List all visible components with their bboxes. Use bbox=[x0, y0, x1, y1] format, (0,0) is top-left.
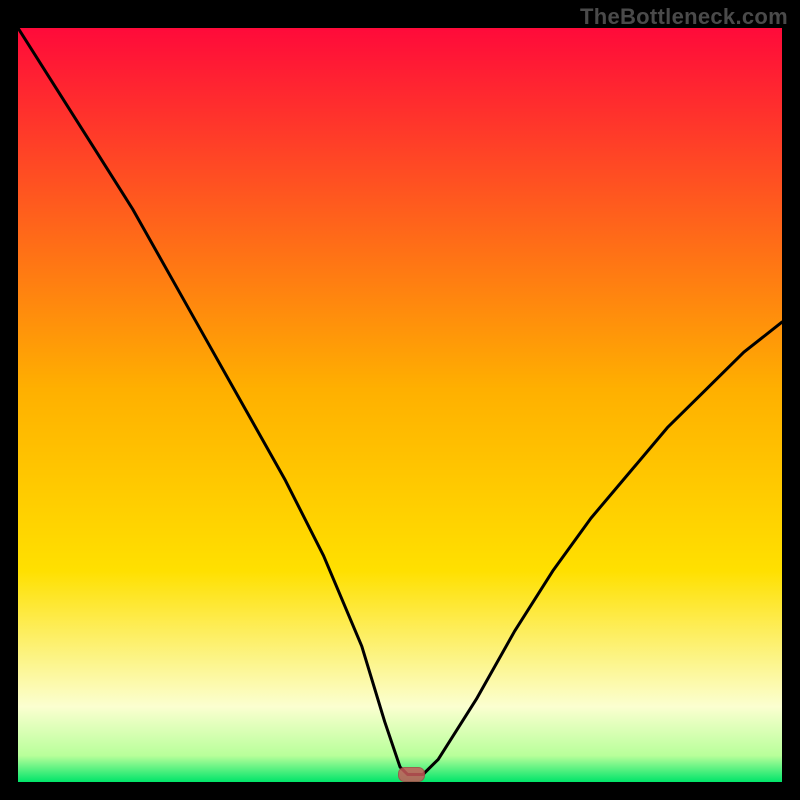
chart-frame: TheBottleneck.com bbox=[0, 0, 800, 800]
optimum-marker bbox=[399, 768, 425, 782]
gradient-rect bbox=[18, 28, 782, 782]
chart-svg bbox=[18, 28, 782, 782]
watermark-text: TheBottleneck.com bbox=[580, 4, 788, 30]
plot-area bbox=[18, 28, 782, 782]
